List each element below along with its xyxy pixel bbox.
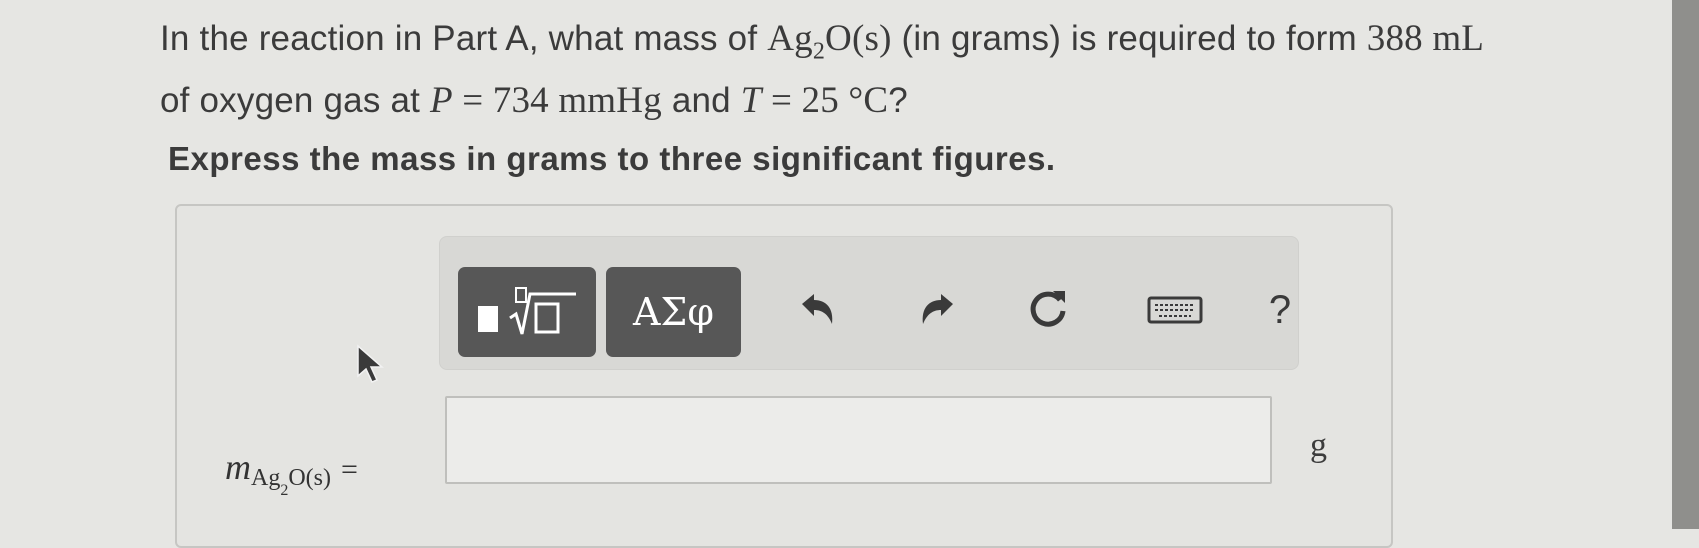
mouse-pointer-icon [357, 344, 384, 383]
undo-icon [802, 294, 833, 324]
greek-symbols-button[interactable]: ΑΣφ [606, 267, 741, 357]
templates-button[interactable] [458, 267, 596, 357]
volume-value: 388 mL [1366, 18, 1485, 59]
question-part1: In the reaction in Part A, what mass of [160, 19, 758, 58]
reset-icon [1030, 291, 1066, 327]
help-button[interactable]: ? [1245, 275, 1315, 345]
math-toolbar: ΑΣφ ? [439, 236, 1299, 370]
undo-button[interactable] [785, 275, 855, 345]
question-part2: (in grams) is required to form [901, 19, 1357, 58]
species-formula: Ag2O(s) [767, 18, 892, 65]
templates-icon [478, 287, 576, 335]
monitor-bezel [1672, 0, 1699, 529]
keyboard-icon [1147, 296, 1203, 324]
temperature-expression: T = 25 °C [740, 80, 889, 122]
answer-input[interactable] [445, 396, 1272, 484]
redo-icon [922, 294, 953, 324]
reset-button[interactable] [1013, 275, 1083, 345]
question-part3: of oxygen gas at [160, 81, 421, 121]
redo-button[interactable] [900, 275, 970, 345]
question-text: In the reaction in Part A, what mass of … [160, 14, 1620, 126]
question-part4: and [671, 81, 731, 121]
keyboard-button[interactable] [1140, 275, 1210, 345]
pressure-expression: P = 734 mmHg [429, 80, 662, 122]
question-end: ? [888, 81, 908, 121]
answer-label: mAg2O(s) = [225, 447, 358, 499]
instruction-text: Express the mass in grams to three signi… [168, 140, 1056, 177]
unit-label: g [1310, 427, 1327, 464]
